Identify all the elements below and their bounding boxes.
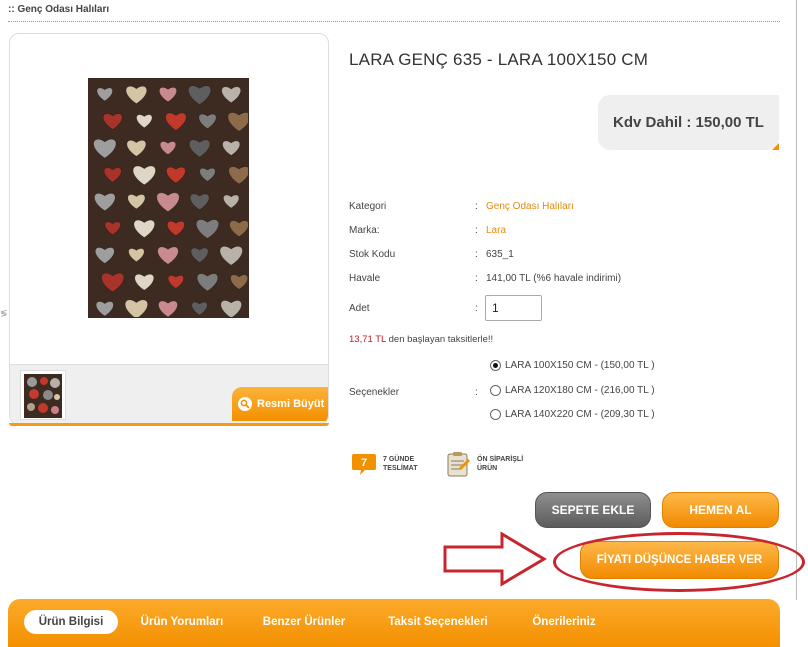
delivery-days-number: 7 — [361, 457, 367, 469]
price-corner-marker — [772, 143, 779, 150]
breadcrumb[interactable]: :: Genç Odası Halıları — [8, 4, 109, 15]
option-120x180[interactable]: LARA 120X180 CM - (216,00 TL ) — [490, 385, 655, 396]
dotted-divider — [8, 21, 780, 22]
transfer-price-value: 141,00 TL (%6 havale indirimi) — [486, 273, 622, 284]
stock-code-value: 635_1 — [486, 249, 514, 260]
spec-colon: : — [475, 225, 478, 236]
right-border — [796, 0, 797, 600]
quantity-input[interactable] — [485, 295, 542, 321]
preorder-line1: ÖN SİPARİŞLİ — [477, 456, 524, 463]
buy-now-button[interactable]: HEMEN AL — [662, 492, 779, 528]
category-link[interactable]: Genç Odası Halıları — [486, 201, 574, 212]
tab-reviews[interactable]: Ürün Yorumları — [134, 610, 230, 634]
add-to-cart-button[interactable]: SEPETE EKLE — [535, 492, 651, 528]
annotation-arrow-icon — [443, 531, 547, 587]
installment-amount: 13,71 TL — [349, 334, 386, 345]
spec-label: Kategori — [349, 201, 387, 212]
delivery-line1: 7 GÜNDE — [383, 456, 415, 463]
spec-label: Havale — [349, 273, 381, 284]
option-label: LARA 100X150 CM - (150,00 TL ) — [505, 360, 655, 371]
price-box: Kdv Dahil : 150,00 TL — [598, 95, 779, 150]
magnifier-icon — [238, 397, 252, 411]
annotation-highlight-ellipse — [553, 532, 805, 592]
installment-text: den başlayan taksitlerle!! — [385, 334, 494, 345]
spec-colon: : — [475, 273, 478, 284]
price-label: Kdv Dahil : 150,00 TL — [613, 114, 764, 131]
tab-suggestions[interactable]: Önerileriniz — [524, 610, 604, 634]
spec-label: Stok Kodu — [349, 249, 396, 260]
thumbnail-strip: Resmi Büyüt — [10, 364, 328, 424]
delivery-badge: 7 7 GÜNDE TESLİMAT — [351, 451, 417, 477]
installment-info: 13,71 TL den başlayan taksitlerle!! — [349, 334, 493, 345]
spec-colon: : — [475, 303, 478, 314]
panel-accent-bar — [9, 423, 329, 426]
preorder-text: ÖN SİPARİŞLİ ÜRÜN — [477, 455, 523, 473]
option-label: LARA 120X180 CM - (216,00 TL ) — [505, 385, 655, 396]
radio-selected[interactable] — [490, 360, 501, 371]
quantity-label: Adet — [349, 303, 370, 314]
clipboard-icon — [447, 452, 470, 477]
option-100x150[interactable]: LARA 100X150 CM - (150,00 TL ) — [490, 360, 655, 371]
thumbnail-image[interactable] — [20, 370, 66, 420]
options-label: Seçenekler — [349, 387, 400, 398]
option-label: LARA 140X220 CM - (209,30 TL ) — [505, 409, 655, 420]
product-image-panel: Resmi Büyüt — [9, 33, 329, 425]
tab-product-info[interactable]: Ürün Bilgisi — [24, 610, 118, 634]
option-140x220[interactable]: LARA 140X220 CM - (209,30 TL ) — [490, 409, 655, 420]
brand-link[interactable]: Lara — [486, 225, 506, 236]
spec-label: Marka: — [349, 225, 380, 236]
preorder-badge: ÖN SİPARİŞLİ ÜRÜN — [445, 451, 523, 477]
product-image[interactable] — [88, 78, 249, 318]
tab-similar-products[interactable]: Benzer Ürünler — [258, 610, 350, 634]
preorder-line2: ÜRÜN — [477, 465, 498, 472]
options-colon: : — [475, 387, 478, 398]
zoom-image-button[interactable]: Resmi Büyüt — [232, 387, 328, 421]
spec-colon: : — [475, 201, 478, 212]
radio-unselected[interactable] — [490, 409, 501, 420]
radio-unselected[interactable] — [490, 385, 501, 396]
scroll-mark-icon: ≶ — [0, 308, 8, 318]
delivery-days-icon: 7 — [352, 454, 376, 475]
spec-colon: : — [475, 249, 478, 260]
zoom-label: Resmi Büyüt — [257, 398, 325, 410]
product-page: :: Genç Odası Halıları ≶ Resmi Büyüt LAR… — [0, 0, 808, 647]
tab-installment-options[interactable]: Taksit Seçenekleri — [382, 610, 494, 634]
delivery-text: 7 GÜNDE TESLİMAT — [383, 455, 417, 473]
product-tab-bar: Ürün Bilgisi Ürün Yorumları Benzer Ürünl… — [8, 599, 780, 647]
product-title: LARA GENÇ 635 - LARA 100X150 CM — [349, 50, 649, 69]
delivery-line2: TESLİMAT — [383, 465, 418, 472]
